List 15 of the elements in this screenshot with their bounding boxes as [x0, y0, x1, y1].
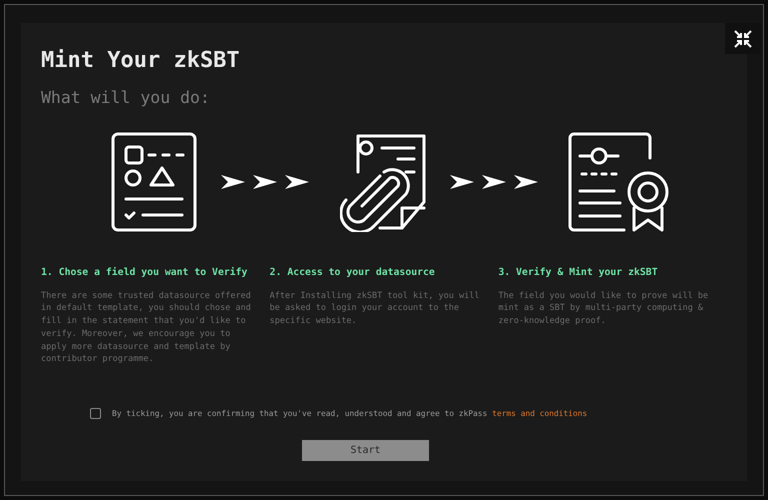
- step-description: After Installing zkSBT tool kit, you will be asked to login your account to the specific website.: [270, 290, 480, 328]
- dialog-subtitle: What will you do:: [41, 88, 211, 108]
- step-description: The field you would like to prove will be mint as a SBT by multi-party computing & zero-knowledge proof.: [498, 290, 710, 328]
- step-title: 3. Verify & Mint your zkSBT: [498, 266, 659, 280]
- attachment-icon: [340, 132, 426, 232]
- step-title: 2. Access to your datasource: [270, 266, 436, 280]
- arrows-icon: [450, 174, 538, 190]
- step-title: 1. Chose a field you want to Verify: [41, 266, 248, 280]
- step-description: There are some trusted datasource offered in default template, you should chose and fill in the statement that you'd like to verify. Moreover, we encourage you to apply more datasource and template by contributor programme.: [41, 290, 252, 366]
- dialog-title: Mint Your zkSBT: [41, 47, 241, 75]
- collapse-button[interactable]: [725, 23, 761, 54]
- collapse-icon: [734, 30, 752, 48]
- agreement-checkbox[interactable]: [90, 408, 101, 420]
- arrows-icon: [221, 174, 309, 190]
- form-icon: [111, 132, 197, 232]
